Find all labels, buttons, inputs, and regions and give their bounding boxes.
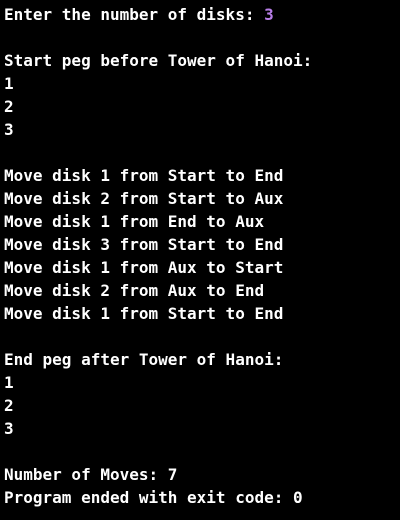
move-line: Move disk 2 from Start to Aux (4, 189, 284, 208)
move-line: Move disk 1 from Start to End (4, 304, 284, 323)
end-peg-disk: 1 (4, 373, 14, 392)
end-peg-heading: End peg after Tower of Hanoi: (4, 350, 284, 369)
move-line: Move disk 3 from Start to End (4, 235, 284, 254)
console-output[interactable]: Enter the number of disks: 3 Start peg b… (4, 3, 396, 509)
disk-count-input-value: 3 (264, 5, 274, 24)
move-line: Move disk 2 from Aux to End (4, 281, 265, 300)
disk-count-prompt: Enter the number of disks: 3 (4, 3, 396, 26)
move-line: Move disk 1 from End to Aux (4, 212, 265, 231)
start-peg-heading: Start peg before Tower of Hanoi: (4, 51, 313, 70)
start-peg-disk: 2 (4, 97, 14, 116)
start-peg-disk: 1 (4, 74, 14, 93)
end-peg-disk: 2 (4, 396, 14, 415)
moves-count: Number of Moves: 7 (4, 465, 178, 484)
start-peg-disk: 3 (4, 120, 14, 139)
move-line: Move disk 1 from Aux to Start (4, 258, 284, 277)
move-line: Move disk 1 from Start to End (4, 166, 284, 185)
end-peg-disk: 3 (4, 419, 14, 438)
prompt-label: Enter the number of disks: (4, 5, 265, 24)
exit-message: Program ended with exit code: 0 (4, 488, 303, 507)
